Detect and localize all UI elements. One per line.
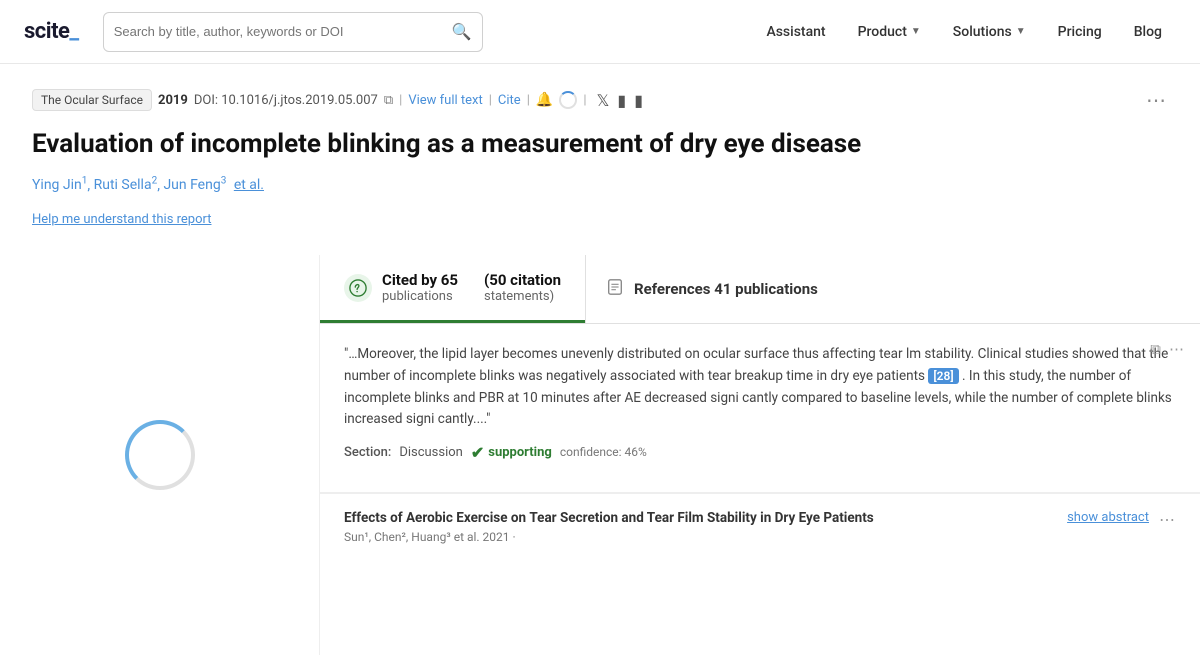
journal-badge: The Ocular Surface <box>32 89 152 111</box>
author-2[interactable]: Ruti Sella2 <box>94 177 158 193</box>
paper-ref-authors: Sun¹, Chen², Huang³ et al. 2021 · <box>344 530 1057 544</box>
logo[interactable]: scite_ <box>24 19 79 44</box>
nav-item-solutions[interactable]: Solutions ▼ <box>939 16 1040 48</box>
confidence-label: confidence: 46% <box>560 445 647 459</box>
copy-citation-icon[interactable]: ⧉ <box>1150 340 1161 358</box>
loading-indicator-small <box>559 91 577 109</box>
nav-item-assistant[interactable]: Assistant <box>752 16 839 48</box>
navbar: scite_ 🔍 Assistant Product ▼ Solutions ▼… <box>0 0 1200 64</box>
check-circle-icon: ✔ <box>471 443 484 462</box>
product-chevron-icon: ▼ <box>911 26 921 37</box>
bell-icon[interactable]: 🔔 <box>536 92 553 108</box>
more-options-button[interactable]: ⋯ <box>1146 88 1168 112</box>
citation-statements-main: (50 citation <box>484 271 561 289</box>
section-name: Discussion <box>399 445 463 460</box>
nav-item-blog[interactable]: Blog <box>1120 16 1176 48</box>
facebook-icon[interactable]: ▮ <box>617 91 626 110</box>
search-bar: 🔍 <box>103 12 483 52</box>
paper-ref-more-options[interactable]: ⋯ <box>1159 510 1176 529</box>
references-label: References 41 publications <box>634 280 818 298</box>
view-full-text-link[interactable]: View full text <box>408 93 482 108</box>
citation-card: ⧉ ⋯ "…Moreover, the lipid layer becomes … <box>320 324 1200 492</box>
linkedin-icon[interactable]: ▮ <box>634 91 643 110</box>
paper-section: The Ocular Surface 2019 DOI: 10.1016/j.j… <box>0 64 1200 255</box>
separator-4: | <box>583 93 586 108</box>
help-link[interactable]: Help me understand this report <box>32 212 212 227</box>
citation-text: "…Moreover, the lipid layer becomes unev… <box>344 344 1176 430</box>
citation-more-options[interactable]: ⋯ <box>1169 340 1184 358</box>
search-input[interactable] <box>114 24 452 39</box>
paper-authors: Ying Jin1, Ruti Sella2, Jun Feng3 et al. <box>32 176 1168 194</box>
paper-ref-card: Effects of Aerobic Exercise on Tear Secr… <box>320 493 1200 560</box>
paper-doi: DOI: 10.1016/j.jtos.2019.05.007 <box>194 93 378 108</box>
author-1[interactable]: Ying Jin1 <box>32 177 87 193</box>
separator-3: | <box>527 93 530 108</box>
paper-year: 2019 <box>158 93 188 108</box>
twitter-icon[interactable]: 𝕏 <box>597 91 610 110</box>
supporting-label: supporting <box>488 445 552 460</box>
content-area: Cited by 65 publications (50 citation st… <box>0 255 1200 655</box>
chart-loading-spinner <box>125 420 195 490</box>
paper-ref-title[interactable]: Effects of Aerobic Exercise on Tear Secr… <box>344 510 1057 526</box>
author-3[interactable]: Jun Feng3 <box>163 177 226 193</box>
social-icons: 𝕏 ▮ ▮ <box>597 91 644 110</box>
citation-card-actions: ⧉ ⋯ <box>1150 340 1184 358</box>
et-al-link[interactable]: et al. <box>234 177 264 193</box>
cited-by-sub: publications <box>382 289 458 304</box>
search-icon[interactable]: 🔍 <box>452 22 472 41</box>
tab-references[interactable]: References 41 publications <box>585 255 838 323</box>
show-abstract-button[interactable]: show abstract <box>1067 510 1149 525</box>
cite-link[interactable]: Cite <box>498 93 521 108</box>
nav-item-pricing[interactable]: Pricing <box>1044 16 1116 48</box>
cited-by-main: Cited by 65 <box>382 271 458 289</box>
supporting-badge: ✔ supporting <box>471 443 552 462</box>
cited-by-tab-text: Cited by 65 publications <box>382 271 458 304</box>
citation-statements-sub: statements) <box>484 289 561 304</box>
separator-1: | <box>399 93 402 108</box>
tab-cited-by[interactable]: Cited by 65 publications (50 citation st… <box>320 255 585 323</box>
citation-number: [28] <box>928 368 958 384</box>
right-panel: Cited by 65 publications (50 citation st… <box>320 255 1200 655</box>
nav-item-product[interactable]: Product ▼ <box>844 16 935 48</box>
separator-2: | <box>489 93 492 108</box>
solutions-chevron-icon: ▼ <box>1016 26 1026 37</box>
nav-links: Assistant Product ▼ Solutions ▼ Pricing … <box>752 16 1176 48</box>
paper-title: Evaluation of incomplete blinking as a m… <box>32 128 1168 162</box>
tabs-bar: Cited by 65 publications (50 citation st… <box>320 255 1200 324</box>
section-label: Section: <box>344 445 391 460</box>
paper-meta: The Ocular Surface 2019 DOI: 10.1016/j.j… <box>32 88 1168 112</box>
citation-statements-text: (50 citation statements) <box>484 271 561 304</box>
paper-ref-content: Effects of Aerobic Exercise on Tear Secr… <box>344 510 1057 544</box>
cited-by-icon <box>344 274 372 302</box>
paper-ref-row: Effects of Aerobic Exercise on Tear Secr… <box>344 510 1176 544</box>
citation-meta: Section: Discussion ✔ supporting confide… <box>344 443 1176 462</box>
copy-doi-icon[interactable]: ⧉ <box>384 93 393 108</box>
references-icon <box>606 278 624 300</box>
left-panel <box>0 255 320 655</box>
